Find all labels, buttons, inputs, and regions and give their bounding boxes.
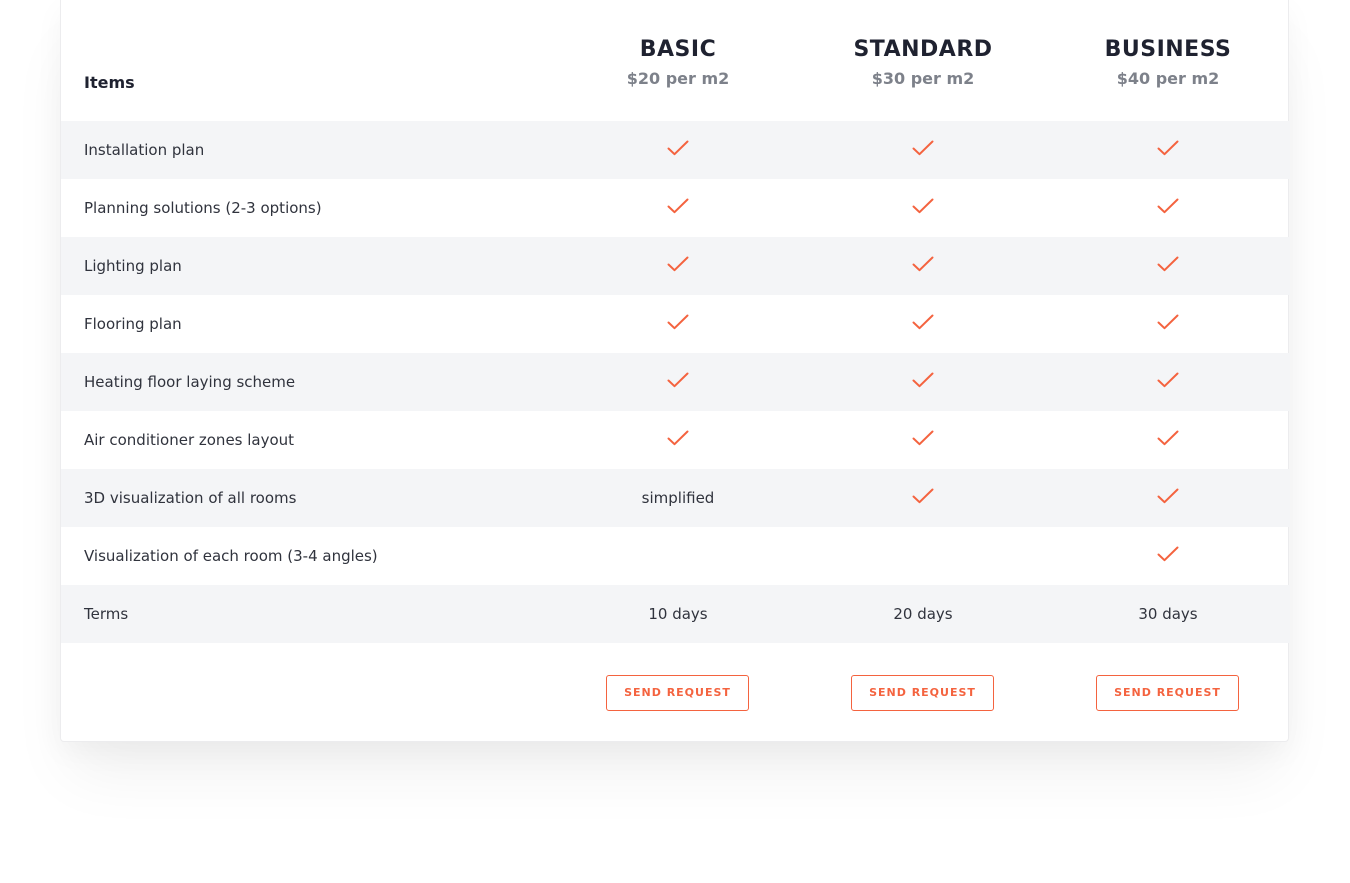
- table-row: Air conditioner zones layout: [61, 411, 1290, 469]
- table-cell: [578, 121, 778, 179]
- table-row: Visualization of each room (3-4 angles): [61, 527, 1290, 585]
- plan-price: $30 per m2: [871, 69, 975, 88]
- plan-price: $20 per m2: [626, 69, 730, 88]
- table-cell: simplified: [578, 469, 778, 527]
- table-row: Terms 10 days 20 days 30 days: [61, 585, 1290, 643]
- row-label: Installation plan: [84, 141, 205, 159]
- table-row: Planning solutions (2-3 options): [61, 179, 1290, 237]
- pricing-table-footer: SEND REQUEST SEND REQUEST SEND REQUEST: [61, 643, 1290, 742]
- table-cell: [578, 295, 778, 353]
- table-cell: [823, 237, 1023, 295]
- check-icon: [912, 488, 934, 503]
- table-cell: 20 days: [823, 585, 1023, 643]
- row-label: 3D visualization of all rooms: [84, 489, 297, 507]
- table-cell: [823, 179, 1023, 237]
- items-column-header: Items: [84, 73, 135, 92]
- table-cell: [578, 179, 778, 237]
- table-cell: [1068, 469, 1268, 527]
- send-request-button-standard[interactable]: SEND REQUEST: [851, 675, 994, 711]
- cell-text: 10 days: [648, 605, 708, 623]
- row-label: Visualization of each room (3-4 angles): [84, 547, 378, 565]
- check-icon: [667, 198, 689, 213]
- table-cell: [823, 295, 1023, 353]
- table-cell: 10 days: [578, 585, 778, 643]
- table-cell: [1068, 295, 1268, 353]
- table-row: Installation plan: [61, 121, 1290, 179]
- table-row: Lighting plan: [61, 237, 1290, 295]
- feature-rows: Installation plan Planning solutions (2-3…: [61, 121, 1290, 643]
- table-cell: 30 days: [1068, 585, 1268, 643]
- table-cell: [823, 353, 1023, 411]
- check-icon: [912, 140, 934, 155]
- check-icon: [1157, 372, 1179, 387]
- plan-header-basic: BASIC $20 per m2: [578, 34, 778, 90]
- cell-text: simplified: [641, 489, 715, 507]
- table-cell: [823, 121, 1023, 179]
- table-cell: [578, 411, 778, 469]
- check-icon: [1157, 140, 1179, 155]
- pricing-table-header: Items BASIC $20 per m2 STANDARD $30 per …: [61, 0, 1290, 121]
- table-cell: [578, 237, 778, 295]
- plan-header-standard: STANDARD $30 per m2: [823, 34, 1023, 90]
- check-icon: [912, 372, 934, 387]
- table-cell: [578, 527, 778, 585]
- pricing-table: Items BASIC $20 per m2 STANDARD $30 per …: [60, 0, 1290, 742]
- cell-text: 20 days: [893, 605, 953, 623]
- check-icon: [1157, 314, 1179, 329]
- cell-text: 30 days: [1138, 605, 1198, 623]
- check-icon: [667, 314, 689, 329]
- table-cell: [578, 353, 778, 411]
- check-icon: [912, 256, 934, 271]
- table-cell: [823, 411, 1023, 469]
- table-cell: [823, 469, 1023, 527]
- check-icon: [1157, 488, 1179, 503]
- table-cell: [1068, 179, 1268, 237]
- check-icon: [912, 314, 934, 329]
- row-label: Terms: [84, 605, 129, 623]
- send-request-button-business[interactable]: SEND REQUEST: [1096, 675, 1239, 711]
- plan-name: BUSINESS: [1104, 37, 1232, 62]
- table-row: Heating floor laying scheme: [61, 353, 1290, 411]
- table-cell: [1068, 237, 1268, 295]
- check-icon: [1157, 198, 1179, 213]
- check-icon: [667, 372, 689, 387]
- table-cell: [1068, 411, 1268, 469]
- check-icon: [912, 430, 934, 445]
- row-label: Planning solutions (2-3 options): [84, 199, 322, 217]
- check-icon: [1157, 430, 1179, 445]
- table-cell: [1068, 353, 1268, 411]
- check-icon: [667, 140, 689, 155]
- check-icon: [667, 256, 689, 271]
- row-label: Flooring plan: [84, 315, 182, 333]
- table-cell: [1068, 527, 1268, 585]
- check-icon: [1157, 546, 1179, 561]
- table-row: 3D visualization of all rooms simplified: [61, 469, 1290, 527]
- row-label: Heating floor laying scheme: [84, 373, 296, 391]
- plan-name: BASIC: [639, 37, 717, 62]
- plan-name: STANDARD: [853, 37, 993, 62]
- plan-header-business: BUSINESS $40 per m2: [1068, 34, 1268, 90]
- check-icon: [667, 430, 689, 445]
- send-request-button-basic[interactable]: SEND REQUEST: [606, 675, 749, 711]
- table-cell: [1068, 121, 1268, 179]
- plan-price: $40 per m2: [1116, 69, 1220, 88]
- table-row: Flooring plan: [61, 295, 1290, 353]
- row-label: Air conditioner zones layout: [84, 431, 295, 449]
- table-cell: [823, 527, 1023, 585]
- check-icon: [1157, 256, 1179, 271]
- check-icon: [912, 198, 934, 213]
- row-label: Lighting plan: [84, 257, 182, 275]
